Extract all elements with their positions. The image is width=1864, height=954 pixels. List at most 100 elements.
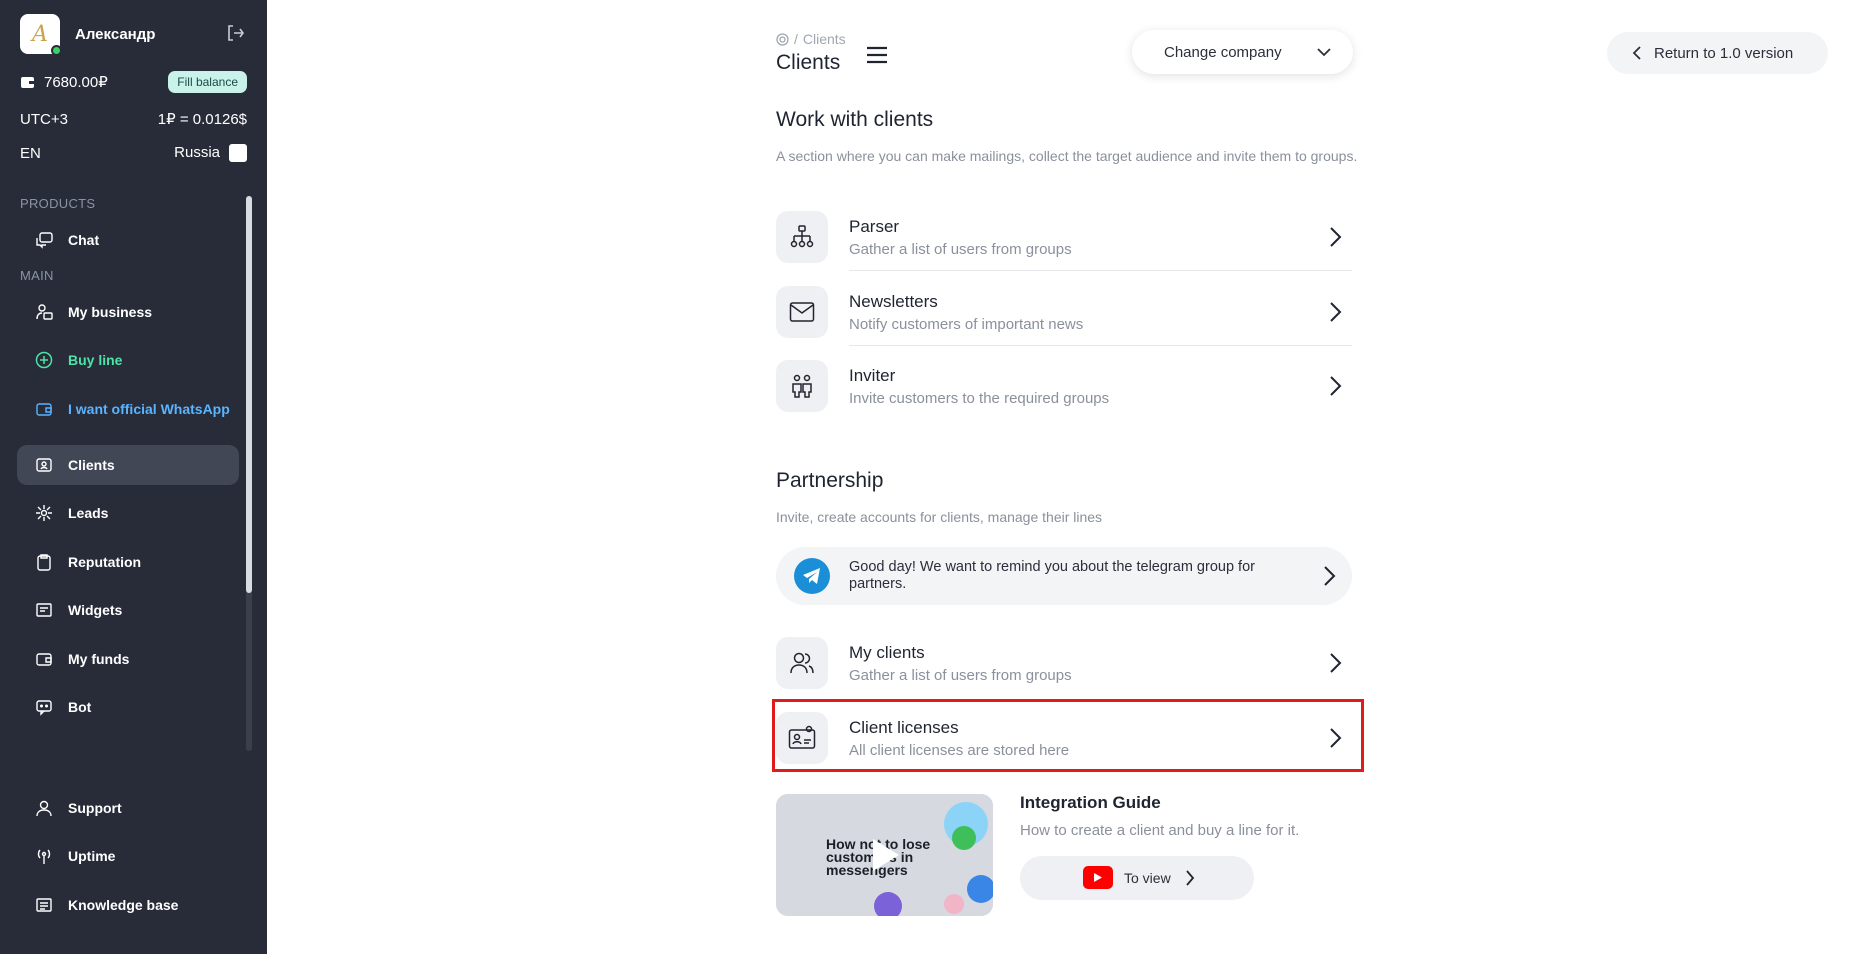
sidebar-item-knowledge-base[interactable]: Knowledge base bbox=[17, 885, 239, 925]
chevron-right-icon bbox=[1330, 653, 1342, 673]
guide-video-thumbnail[interactable]: How not to lose customers in messengers bbox=[776, 794, 993, 916]
item-subtitle: Gather a list of users from groups bbox=[849, 667, 1072, 684]
sidebar-item-chat[interactable]: Chat bbox=[17, 220, 239, 260]
item-title: Parser bbox=[849, 217, 900, 236]
guide-subtitle: How to create a client and buy a line fo… bbox=[1020, 822, 1300, 839]
logout-icon[interactable] bbox=[226, 24, 244, 42]
to-view-button[interactable]: To view bbox=[1020, 856, 1254, 900]
parser-item[interactable]: Parser Gather a list of users from group… bbox=[776, 201, 1352, 271]
breadcrumb: / Clients bbox=[776, 31, 846, 47]
partnership-section-description: Invite, create accounts for clients, man… bbox=[776, 509, 1103, 525]
parser-icon-box bbox=[776, 211, 828, 263]
balance-row: 7680.00₽ Fill balance bbox=[20, 71, 247, 93]
sidebar-item-uptime[interactable]: Uptime bbox=[17, 836, 239, 876]
page-title: Clients bbox=[776, 51, 841, 74]
sidebar: A Александр 7680.00₽ Fill balance UTC+3 … bbox=[0, 0, 267, 954]
inviter-icon-box bbox=[776, 360, 828, 412]
sidebar-item-label: Widgets bbox=[68, 602, 123, 618]
telegram-icon bbox=[794, 558, 830, 594]
menu-icon[interactable] bbox=[866, 45, 888, 65]
sidebar-item-label: Reputation bbox=[68, 554, 142, 570]
breadcrumb-current: Clients bbox=[802, 31, 846, 47]
company-select-label: Change company bbox=[1164, 43, 1282, 61]
item-title: Newsletters bbox=[849, 292, 938, 311]
antenna-icon bbox=[37, 849, 51, 864]
breadcrumb-separator: / bbox=[794, 31, 798, 47]
inviter-item[interactable]: Inviter Invite customers to the required… bbox=[776, 350, 1352, 420]
user-name: Александр bbox=[75, 25, 156, 43]
avatar: A bbox=[20, 14, 62, 56]
sidebar-item-support[interactable]: Support bbox=[17, 788, 239, 828]
sidebar-item-label: My business bbox=[68, 304, 153, 320]
my-clients-item[interactable]: My clients Gather a list of users from g… bbox=[776, 627, 1352, 697]
exchange-rate: 1₽ = 0.0126$ bbox=[157, 111, 247, 128]
user-profile[interactable]: A Александр bbox=[20, 14, 156, 56]
chevron-right-icon bbox=[1324, 566, 1336, 586]
id-card-icon bbox=[36, 458, 52, 472]
country-selector[interactable]: Russia bbox=[174, 144, 247, 163]
sidebar-item-label: Leads bbox=[68, 505, 109, 521]
sidebar-item-leads[interactable]: Leads bbox=[17, 493, 239, 533]
to-view-label: To view bbox=[1124, 870, 1171, 886]
language-selector[interactable]: EN bbox=[20, 145, 41, 162]
sidebar-item-label: Chat bbox=[68, 232, 100, 248]
people-icon bbox=[792, 374, 812, 398]
online-status-dot bbox=[51, 45, 62, 56]
company-select[interactable]: Change company bbox=[1132, 30, 1353, 74]
telegram-notice[interactable]: Good day! We want to remind you about th… bbox=[776, 547, 1352, 605]
video-caption: How not to lose customers in messengers bbox=[826, 836, 931, 878]
sidebar-scrollbar[interactable] bbox=[246, 196, 252, 751]
timezone[interactable]: UTC+3 bbox=[20, 111, 68, 128]
chevron-right-icon bbox=[1330, 227, 1342, 247]
plus-circle-icon bbox=[35, 351, 53, 369]
sidebar-item-bot[interactable]: Bot bbox=[17, 687, 239, 727]
work-section-description: A section where you can make mailings, c… bbox=[776, 148, 1358, 164]
sidebar-item-reputation[interactable]: Reputation bbox=[17, 542, 239, 582]
mail-icon bbox=[789, 302, 815, 322]
home-icon[interactable] bbox=[776, 32, 789, 46]
users-icon bbox=[790, 652, 814, 674]
item-title: My clients bbox=[849, 643, 925, 662]
sidebar-item-label: Knowledge base bbox=[68, 897, 179, 913]
wallet-icon bbox=[21, 77, 34, 88]
hierarchy-icon bbox=[790, 225, 814, 248]
play-icon[interactable] bbox=[859, 831, 907, 879]
bot-icon bbox=[36, 700, 52, 716]
chevron-left-icon bbox=[1632, 46, 1641, 60]
sidebar-item-my-funds[interactable]: My funds bbox=[17, 639, 239, 679]
scrollbar-thumb[interactable] bbox=[246, 196, 252, 593]
book-icon bbox=[36, 898, 52, 912]
network-icon bbox=[36, 505, 52, 521]
sidebar-item-label: Support bbox=[68, 800, 122, 816]
clipboard-icon bbox=[37, 554, 51, 571]
item-subtitle: Gather a list of users from groups bbox=[849, 241, 1072, 258]
newsletters-icon-box bbox=[776, 286, 828, 338]
sidebar-item-clients[interactable]: Clients bbox=[17, 445, 239, 485]
section-products: PRODUCTS bbox=[20, 196, 96, 211]
divider bbox=[849, 345, 1352, 346]
sidebar-item-label: Buy line bbox=[68, 352, 123, 368]
divider bbox=[849, 270, 1352, 271]
support-icon bbox=[36, 800, 52, 817]
return-to-v1-button[interactable]: Return to 1.0 version bbox=[1607, 32, 1828, 74]
telegram-notice-text: Good day! We want to remind you about th… bbox=[849, 559, 1255, 592]
sidebar-item-official-whatsapp[interactable]: I want official WhatsApp bbox=[17, 389, 239, 429]
country-label: Russia bbox=[174, 144, 220, 161]
newsletters-item[interactable]: Newsletters Notify customers of importan… bbox=[776, 276, 1352, 346]
highlight-box bbox=[772, 699, 1364, 772]
timezone-row: UTC+3 1₽ = 0.0126$ bbox=[20, 110, 247, 129]
chat-icon bbox=[36, 232, 53, 249]
fill-balance-button[interactable]: Fill balance bbox=[168, 71, 247, 93]
chevron-right-icon bbox=[1186, 870, 1194, 886]
wallet-icon bbox=[36, 653, 52, 666]
item-subtitle: Notify customers of important news bbox=[849, 316, 1084, 333]
sidebar-item-label: I want official WhatsApp bbox=[68, 401, 230, 417]
sidebar-item-buy-line[interactable]: Buy line bbox=[17, 340, 239, 380]
return-label: Return to 1.0 version bbox=[1654, 44, 1794, 62]
business-icon bbox=[36, 304, 53, 320]
sidebar-item-my-business[interactable]: My business bbox=[17, 292, 239, 332]
sidebar-item-widgets[interactable]: Widgets bbox=[17, 590, 239, 630]
chevron-right-icon bbox=[1330, 302, 1342, 322]
work-section-title: Work with clients bbox=[776, 108, 934, 131]
widget-icon bbox=[36, 603, 52, 617]
